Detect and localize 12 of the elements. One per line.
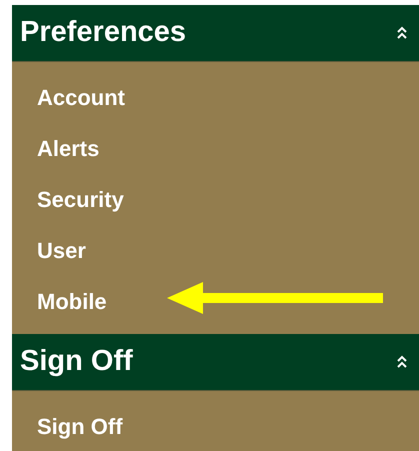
- section-header[interactable]: Sign Off: [12, 334, 419, 391]
- menu-link[interactable]: Sign Off: [37, 410, 123, 443]
- collapse-icon[interactable]: [397, 26, 407, 40]
- section-header[interactable]: Preferences: [12, 5, 419, 62]
- menu-link[interactable]: Alerts: [37, 132, 100, 165]
- menu-link[interactable]: User: [37, 234, 86, 267]
- collapse-icon[interactable]: [397, 355, 407, 369]
- menu-link[interactable]: Mobile: [37, 285, 107, 318]
- section-title: Sign Off: [20, 344, 133, 380]
- menu-link[interactable]: Account: [37, 81, 125, 114]
- menu-link[interactable]: Security: [37, 183, 124, 216]
- section-title: Preferences: [20, 15, 186, 50]
